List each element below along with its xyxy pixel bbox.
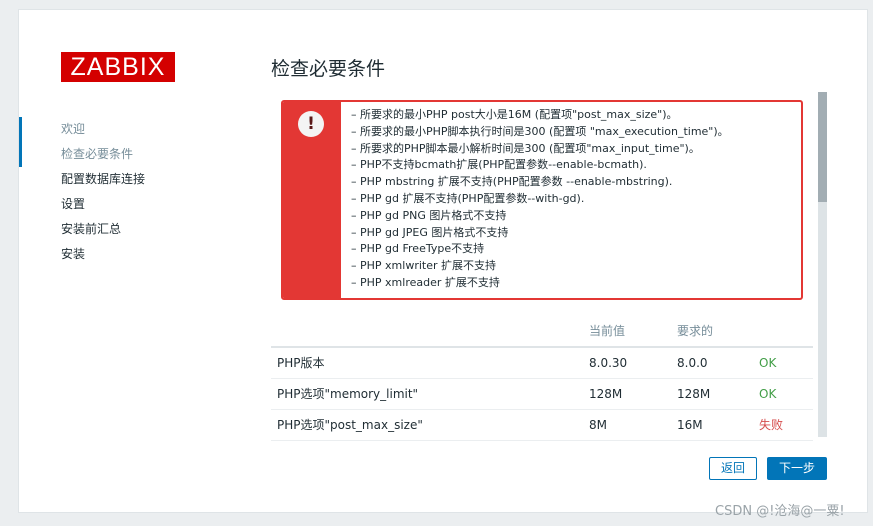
req-required: 128M (671, 378, 753, 410)
alert-message: 所要求的PHP脚本最小解析时间是300 (配置项"max_input_time"… (351, 141, 795, 158)
nav-step-db-connection: 配置数据库连接 (61, 172, 146, 186)
setup-card: ZABBIX 欢迎 检查必要条件 配置数据库连接 设置 安装前汇总 安装 检查必… (18, 9, 868, 513)
table-row: PHP版本 8.0.30 8.0.0 OK (271, 347, 813, 379)
req-name: PHP版本 (271, 347, 583, 379)
requirements-table: 当前值 要求的 PHP版本 8.0.30 8.0.0 OK PHP选项"memo… (271, 315, 813, 441)
nav-step-install: 安装 (61, 247, 86, 261)
req-name: PHP选项"post_max_size" (271, 409, 583, 441)
nav-step-pre-install-summary: 安装前汇总 (61, 222, 122, 236)
exclamation-icon: ! (298, 111, 324, 137)
nav-step-check-prerequisites: 检查必要条件 (61, 147, 134, 161)
req-name: PHP选项"memory_limit" (271, 378, 583, 410)
alert-message: PHP xmlwriter 扩展不支持 (351, 258, 795, 275)
alert-message: 所要求的最小PHP post大小是16M (配置项"post_max_size"… (351, 107, 795, 124)
alert-message: PHP gd 扩展不支持(PHP配置参数--with-gd). (351, 191, 795, 208)
setup-steps-nav: 欢迎 检查必要条件 配置数据库连接 设置 安装前汇总 安装 (61, 120, 145, 270)
table-header-row: 当前值 要求的 (271, 315, 813, 348)
table-row: PHP选项"post_max_size" 8M 16M 失败 (271, 409, 813, 441)
next-step-button[interactable]: 下一步 (767, 457, 827, 480)
error-alert: ! 所要求的最小PHP post大小是16M (配置项"post_max_siz… (281, 100, 803, 300)
alert-messages: 所要求的最小PHP post大小是16M (配置项"post_max_size"… (351, 107, 795, 292)
req-status: 失败 (753, 409, 813, 441)
req-status: OK (753, 347, 813, 379)
nav-step-welcome: 欢迎 (61, 122, 86, 136)
req-current: 128M (583, 378, 671, 410)
req-required: 16M (671, 409, 753, 441)
header-required: 要求的 (671, 315, 753, 348)
header-name (271, 315, 583, 348)
zabbix-logo: ZABBIX (61, 52, 175, 82)
alert-message: 所要求的最小PHP脚本执行时间是300 (配置项 "max_execution_… (351, 124, 795, 141)
page-title: 检查必要条件 (271, 58, 386, 80)
header-status (753, 315, 813, 348)
nav-step-settings: 设置 (61, 197, 86, 211)
alert-sidebar: ! (283, 102, 341, 298)
req-status: OK (753, 378, 813, 410)
alert-message: PHP mbstring 扩展不支持(PHP配置参数 --enable-mbst… (351, 174, 795, 191)
scrollbar-thumb[interactable] (818, 92, 827, 202)
header-current: 当前值 (583, 315, 671, 348)
nav-active-indicator (19, 117, 22, 167)
req-current: 8M (583, 409, 671, 441)
alert-message: PHP gd FreeType不支持 (351, 241, 795, 258)
watermark: CSDN @!沧海@一粟! (715, 504, 845, 519)
req-required: 8.0.0 (671, 347, 753, 379)
back-button[interactable]: 返回 (709, 457, 757, 480)
alert-message: PHP不支持bcmath扩展(PHP配置参数--enable-bcmath). (351, 157, 795, 174)
req-current: 8.0.30 (583, 347, 671, 379)
alert-message: PHP xmlreader 扩展不支持 (351, 275, 795, 292)
table-row: PHP选项"memory_limit" 128M 128M OK (271, 378, 813, 410)
alert-message: PHP gd JPEG 图片格式不支持 (351, 225, 795, 242)
alert-message: PHP gd PNG 图片格式不支持 (351, 208, 795, 225)
